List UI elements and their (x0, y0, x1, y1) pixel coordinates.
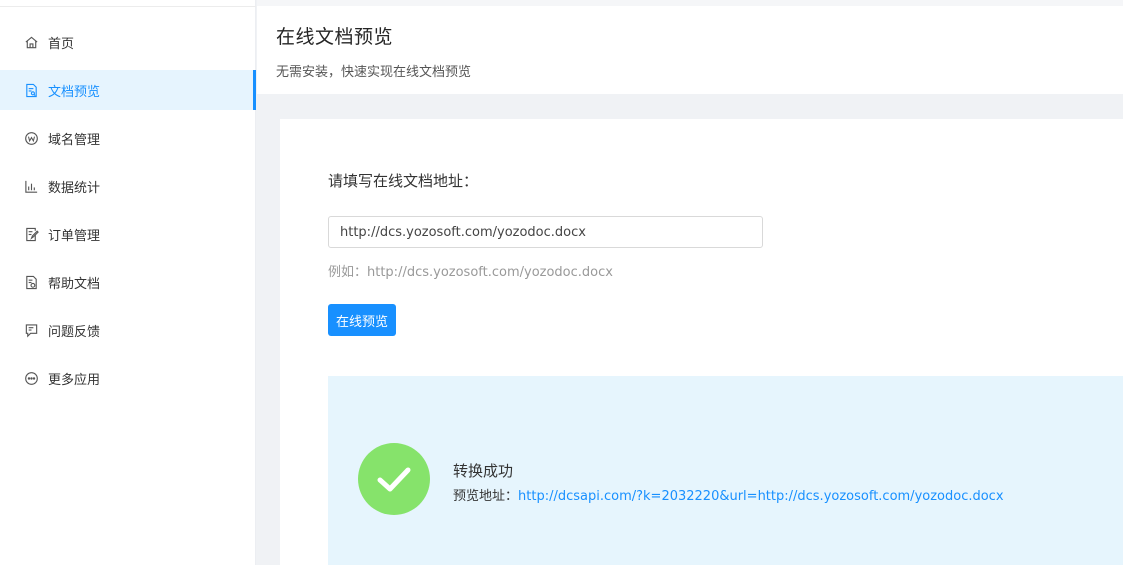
url-field-label: 请填写在线文档地址： (328, 172, 479, 190)
document-preview-icon (23, 82, 39, 98)
main-card: 请填写在线文档地址： 例如：http://dcs.yozosoft.com/yo… (280, 119, 1123, 565)
conversion-result-panel: 转换成功 预览地址：http://dcsapi.com/?k=2032220&u… (328, 376, 1123, 565)
sidebar-item-label: 首页 (48, 36, 75, 52)
help-document-icon (23, 274, 39, 290)
sidebar-item-label: 域名管理 (48, 132, 101, 148)
sidebar-item-help-docs[interactable]: 帮助文档 (0, 262, 256, 302)
sidebar-top-divider (0, 6, 256, 7)
success-check-icon (358, 443, 430, 515)
sidebar-item-label: 文档预览 (48, 84, 101, 100)
result-title: 转换成功 (453, 462, 514, 480)
sidebar-item-label: 问题反馈 (48, 324, 101, 340)
more-icon (23, 370, 39, 386)
page-subtitle: 无需安装，快速实现在线文档预览 (276, 65, 472, 80)
url-example-hint: 例如：http://dcs.yozosoft.com/yozodoc.docx (328, 265, 613, 280)
page-header: 在线文档预览 无需安装，快速实现在线文档预览 (257, 0, 1123, 94)
sidebar-item-order-management[interactable]: 订单管理 (0, 214, 256, 254)
sidebar-item-label: 帮助文档 (48, 276, 101, 292)
sidebar-item-label: 更多应用 (48, 372, 101, 388)
domain-icon (23, 130, 39, 146)
page-title: 在线文档预览 (276, 26, 394, 48)
sidebar-item-home[interactable]: 首页 (0, 22, 256, 62)
sidebar-item-label: 订单管理 (48, 228, 101, 244)
preview-address-link[interactable]: http://dcsapi.com/?k=2032220&url=http://… (518, 489, 1004, 504)
document-url-input[interactable] (328, 216, 763, 248)
sidebar-item-more-apps[interactable]: 更多应用 (0, 358, 256, 398)
preview-address-line: 预览地址：http://dcsapi.com/?k=2032220&url=ht… (453, 485, 1004, 504)
online-preview-button[interactable]: 在线预览 (328, 304, 396, 336)
sidebar-item-statistics[interactable]: 数据统计 (0, 166, 256, 206)
sidebar: 首页 文档预览 域名管理 数据统计 订单管理 帮助文档 问题反馈 更多应用 (0, 0, 256, 565)
preview-address-label: 预览地址： (453, 489, 519, 504)
order-edit-icon (23, 226, 39, 242)
sidebar-item-document-preview[interactable]: 文档预览 (0, 70, 256, 110)
sidebar-item-domain-management[interactable]: 域名管理 (0, 118, 256, 158)
bar-chart-icon (23, 178, 39, 194)
sidebar-item-label: 数据统计 (48, 180, 101, 196)
sidebar-item-feedback[interactable]: 问题反馈 (0, 310, 256, 350)
home-icon (23, 34, 39, 50)
feedback-icon (23, 322, 39, 338)
sidebar-nav: 首页 文档预览 域名管理 数据统计 订单管理 帮助文档 问题反馈 更多应用 (0, 22, 256, 406)
